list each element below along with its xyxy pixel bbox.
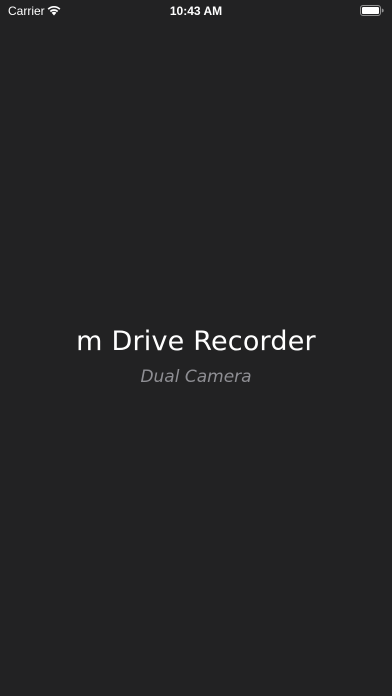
battery-icon [360,5,384,16]
app-subtitle: Dual Camera [140,367,252,387]
splash-screen: Carrier 10:43 AM m Drive Recorder Dual C… [0,0,392,696]
status-time: 10:43 AM [169,4,223,18]
app-title: m Drive Recorder [76,326,316,357]
status-bar: Carrier 10:43 AM [0,0,392,22]
